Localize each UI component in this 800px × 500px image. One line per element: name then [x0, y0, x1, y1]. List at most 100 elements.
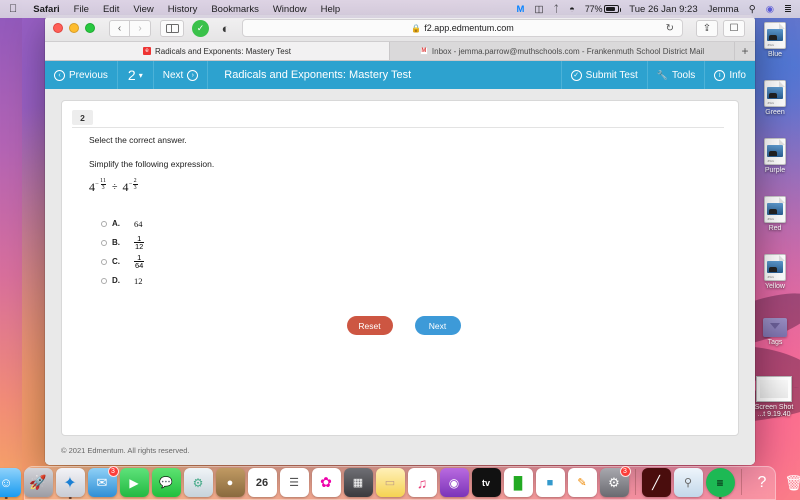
dock-item-trash[interactable]: 🗑 [780, 468, 800, 497]
dock-item-numbers[interactable]: █ [504, 468, 533, 497]
radio-button[interactable] [101, 221, 107, 227]
question-body: Select the correct answer. Simplify the … [89, 135, 718, 335]
dock-item-adobe-app[interactable]: ╱ [642, 468, 671, 497]
choice-label: D. [112, 276, 134, 285]
dock-item-launchpad[interactable]: 🚀 [24, 468, 53, 497]
desktop-icon-blue[interactable]: JPEG Blue [752, 22, 798, 58]
sidebar-toggle-button[interactable] [160, 20, 184, 37]
compass-icon: ✦ [63, 473, 76, 493]
control-center-icon[interactable]: ≣ [779, 4, 800, 15]
menu-item-history[interactable]: History [161, 4, 205, 15]
dock-item-system-preferences[interactable]: ⚙3 [600, 468, 629, 497]
page-title: Radicals and Exponents: Mastery Test [208, 61, 560, 89]
dock-item-contacts[interactable]: ● [216, 468, 245, 497]
next-label: Next [163, 70, 184, 81]
reset-button[interactable]: Reset [347, 316, 393, 335]
desktop-icon-red[interactable]: JPEG Red [752, 196, 798, 232]
messenger-icon[interactable]: M [512, 4, 530, 15]
desktop-icon-green[interactable]: JPEG Green [752, 80, 798, 116]
dock-item-podcasts[interactable]: ◉ [440, 468, 469, 497]
dock-item-mail[interactable]: ✉3 [88, 468, 117, 497]
dock-item-finder[interactable]: ☺ [0, 468, 21, 497]
radio-button[interactable] [101, 259, 107, 265]
submit-test-button[interactable]: ✓ Submit Test [561, 61, 647, 89]
dock-item-apple-tv[interactable]: tv [472, 468, 501, 497]
menu-item-window[interactable]: Window [266, 4, 314, 15]
dock-item-reminders[interactable]: ☰ [280, 468, 309, 497]
jpeg-file-icon: JPEG [764, 22, 786, 49]
reader-icon[interactable]: ◐ [217, 20, 234, 37]
dock-item-calendar[interactable]: 26 [248, 468, 277, 497]
battery-status[interactable]: 77% [580, 4, 624, 14]
trash-icon: 🗑 [784, 474, 800, 492]
dock-item-notes[interactable]: ▭ [376, 468, 405, 497]
url-text: f2.app.edmentum.com [424, 23, 514, 33]
edmentum-favicon: e [143, 47, 151, 55]
dock-item-help-downloads[interactable]: ? [748, 468, 777, 497]
previous-question-button[interactable]: ‹ Previous [45, 61, 118, 89]
dock-item-facetime[interactable]: ▶ [120, 468, 149, 497]
menu-item-edit[interactable]: Edit [96, 4, 126, 15]
desktop-icon-yellow[interactable]: JPEG Yellow [752, 254, 798, 290]
question-number-dropdown[interactable]: 2 ▾ [118, 61, 154, 89]
reload-icon[interactable]: ↻ [666, 23, 674, 34]
menu-item-app-name[interactable]: Safari [26, 4, 66, 15]
new-tab-button[interactable]: + [735, 42, 755, 60]
dock-item-photos[interactable]: ✿ [312, 468, 341, 497]
answer-choice-d[interactable]: D. 12 [101, 271, 718, 290]
tab-mastery-test[interactable]: e Radicals and Exponents: Mastery Test [45, 42, 390, 60]
desktop-icon-screenshot[interactable]: Screen Shot ...t 9.19.40 [748, 376, 800, 418]
wifi-icon[interactable]: ◓ [564, 4, 580, 15]
airplay-icon[interactable]: ◫ [529, 4, 548, 15]
address-bar[interactable]: 🔒 f2.app.edmentum.com ↻ [242, 19, 683, 37]
tab-gmail-inbox[interactable]: M Inbox - jemma.parrow@muthschools.com -… [390, 42, 735, 60]
share-button[interactable]: ⇪ [696, 20, 718, 37]
desktop-icon-label-line2: ...t 9.19.40 [748, 411, 800, 418]
gmail-favicon: M [420, 47, 428, 55]
tools-label: Tools [672, 70, 695, 81]
maximize-button[interactable] [85, 23, 95, 33]
shield-icon[interactable]: ✓ [192, 20, 209, 37]
close-button[interactable] [53, 23, 63, 33]
dock-item-calculator[interactable]: ▦ [344, 468, 373, 497]
tabs-overview-button[interactable]: ☐ [723, 20, 745, 37]
menu-item-bookmarks[interactable]: Bookmarks [204, 4, 266, 15]
menu-item-file[interactable]: File [67, 4, 96, 15]
answer-choice-c[interactable]: C. 1 64 [101, 252, 718, 271]
dock-item-messages[interactable]: 💬 [152, 468, 181, 497]
dock-item-preview[interactable]: ⚲ [674, 468, 703, 497]
dock-item-keynote[interactable]: ■ [536, 468, 565, 497]
next-question-button[interactable]: Next › [154, 61, 209, 89]
user-name-label[interactable]: Jemma [703, 4, 744, 15]
radio-button[interactable] [101, 240, 107, 246]
navigation-buttons: ‹ › [109, 20, 151, 37]
dock-item-safari[interactable]: ✦ [56, 468, 85, 497]
macos-menu-bar:  Safari File Edit View History Bookmark… [0, 0, 800, 18]
dock-item-pages[interactable]: ✎ [568, 468, 597, 497]
dock-item-spotify[interactable]: ≡ [706, 468, 735, 497]
siri-icon[interactable]: ◉ [761, 4, 779, 15]
menu-item-view[interactable]: View [126, 4, 160, 15]
notes-icon: ▭ [385, 476, 395, 489]
next-button[interactable]: Next [415, 316, 461, 335]
answer-choice-b[interactable]: B. 1 12 [101, 233, 718, 252]
dock-item-photo-booth[interactable]: ⚙ [184, 468, 213, 497]
tools-button[interactable]: 🔧 Tools [647, 61, 705, 89]
info-button[interactable]: i Info [704, 61, 755, 89]
desktop-icon-label: Tags [752, 339, 798, 346]
dock-item-music[interactable]: ♫ [408, 468, 437, 497]
card-divider [72, 127, 724, 128]
desktop-icon-tags[interactable]: Tags [752, 318, 798, 346]
clock-datetime[interactable]: Tue 26 Jan 9:23 [624, 4, 702, 15]
desktop-icon-purple[interactable]: JPEG Purple [752, 138, 798, 174]
radio-button[interactable] [101, 278, 107, 284]
back-button[interactable]: ‹ [109, 20, 130, 37]
apple-menu-icon[interactable]:  [0, 4, 26, 15]
camera-icon: ⚙ [193, 476, 204, 490]
minimize-button[interactable] [69, 23, 79, 33]
bluetooth-icon[interactable]: ᛏ [548, 4, 564, 15]
search-icon[interactable]: ⚲ [744, 4, 761, 15]
forward-button[interactable]: › [130, 20, 151, 37]
menu-item-help[interactable]: Help [314, 4, 348, 15]
answer-choice-a[interactable]: A. 64 [101, 214, 718, 233]
